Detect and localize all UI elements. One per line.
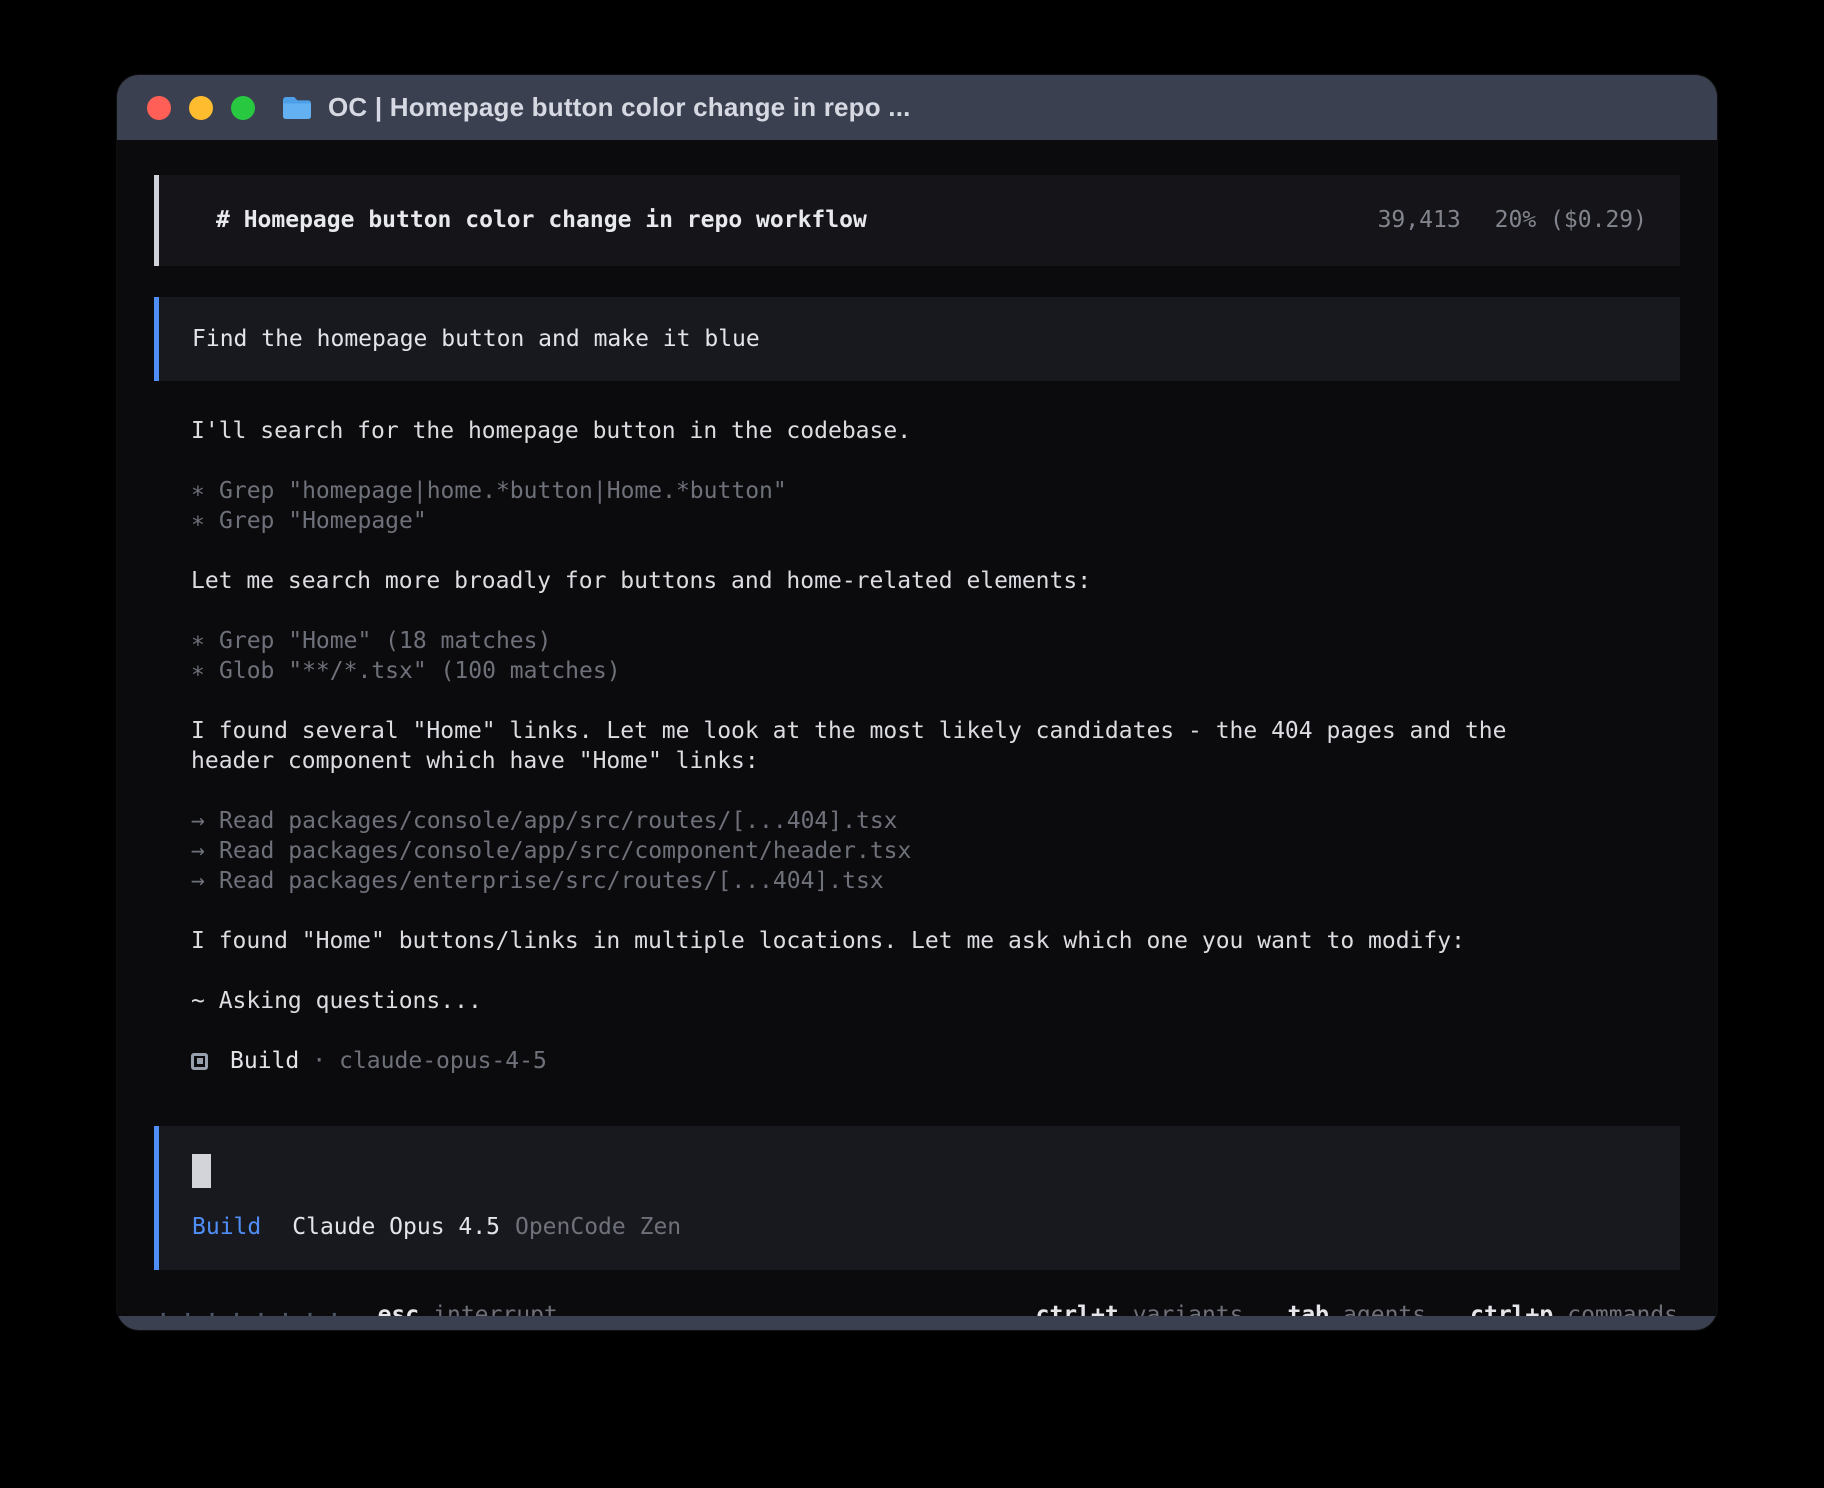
shortcut-label: commands [1567, 1300, 1678, 1316]
arrow-right-icon: → [191, 836, 219, 866]
tool-call-text: Grep "Home" (18 matches) [219, 626, 551, 656]
shortcut-key: ctrl+t [1036, 1300, 1119, 1316]
shortcut-variants[interactable]: ctrl+t variants [1036, 1300, 1244, 1316]
tool-call-text: Glob "**/*.tsx" (100 matches) [219, 656, 621, 686]
user-message: Find the homepage button and make it blu… [154, 297, 1680, 381]
window-bottom-edge [117, 1316, 1717, 1330]
arrow-right-icon: → [191, 806, 219, 836]
tool-call-text: Read packages/console/app/src/routes/[..… [219, 806, 898, 836]
asterisk-icon: ∗ [191, 506, 219, 536]
agent-status-line: Build · claude-opus-4-5 [191, 1046, 1561, 1076]
close-button[interactable] [147, 96, 171, 120]
asterisk-icon: ∗ [191, 626, 219, 656]
tool-call-text: Grep "homepage|home.*button|Home.*button… [219, 476, 787, 506]
status-bar-left: ········ esc interrupt [156, 1300, 558, 1316]
shortcut-agents[interactable]: tab agents [1287, 1300, 1426, 1316]
assistant-paragraph: I found "Home" buttons/links in multiple… [191, 926, 1561, 956]
desktop-background: OC | Homepage button color change in rep… [0, 0, 1824, 1488]
model-name[interactable]: Claude Opus 4.5 [292, 1214, 500, 1240]
title-group: OC | Homepage button color change in rep… [281, 92, 911, 123]
agent-model: claude-opus-4-5 [339, 1046, 547, 1076]
shortcut-interrupt[interactable]: esc interrupt [378, 1300, 558, 1316]
tool-call-text: Grep "Homepage" [219, 506, 427, 536]
shortcut-key: tab [1287, 1300, 1329, 1316]
asterisk-icon: ∗ [191, 476, 219, 506]
model-selector-line: Build Claude Opus 4.5 OpenCode Zen [192, 1214, 1647, 1240]
folder-icon [281, 94, 313, 121]
prompt-input[interactable]: Build Claude Opus 4.5 OpenCode Zen [154, 1126, 1680, 1270]
session-header: # Homepage button color change in repo w… [154, 175, 1680, 266]
assistant-paragraph: I found several "Home" links. Let me loo… [191, 716, 1561, 776]
assistant-paragraph: Let me search more broadly for buttons a… [191, 566, 1561, 596]
model-provider: OpenCode Zen [515, 1214, 681, 1240]
shortcut-label: interrupt [433, 1300, 558, 1316]
tool-call-read: → Read packages/console/app/src/componen… [191, 836, 1561, 866]
tool-call-glob: ∗ Glob "**/*.tsx" (100 matches) [191, 656, 1561, 686]
assistant-paragraph: I'll search for the homepage button in t… [191, 416, 1561, 446]
zoom-button[interactable] [231, 96, 255, 120]
arrow-right-icon: → [191, 866, 219, 896]
context-usage: 20% ($0.29) [1495, 204, 1647, 237]
square-dot-icon [191, 1053, 208, 1070]
dot-separator: · [312, 1046, 326, 1076]
status-bar-right: ctrl+t variants tab agents ctrl+p comman… [1036, 1300, 1678, 1316]
tool-call-group: ∗ Grep "homepage|home.*button|Home.*butt… [191, 476, 1561, 536]
tool-call-text: Read packages/enterprise/src/routes/[...… [219, 866, 884, 896]
assistant-transcript: I'll search for the homepage button in t… [191, 416, 1561, 1076]
tool-call-grep: ∗ Grep "homepage|home.*button|Home.*butt… [191, 476, 1561, 506]
asking-questions-status: ~ Asking questions... [191, 986, 1561, 1016]
shortcut-label: variants [1133, 1300, 1244, 1316]
shortcut-label: agents [1343, 1300, 1426, 1316]
tool-call-group: → Read packages/console/app/src/routes/[… [191, 806, 1561, 896]
terminal-window: OC | Homepage button color change in rep… [117, 75, 1717, 1330]
shortcut-key: ctrl+p [1470, 1300, 1553, 1316]
tool-call-read: → Read packages/console/app/src/routes/[… [191, 806, 1561, 836]
shortcut-commands[interactable]: ctrl+p commands [1470, 1300, 1678, 1316]
user-message-text: Find the homepage button and make it blu… [192, 326, 760, 352]
traffic-lights [147, 96, 255, 120]
text-cursor [192, 1154, 211, 1188]
window-title: OC | Homepage button color change in rep… [328, 92, 911, 123]
session-title: # Homepage button color change in repo w… [216, 204, 867, 237]
shortcut-key: esc [378, 1300, 420, 1316]
mode-selector[interactable]: Build [192, 1214, 261, 1240]
terminal-content: # Homepage button color change in repo w… [117, 140, 1717, 1316]
agent-name: Build [230, 1046, 299, 1076]
tool-call-grep: ∗ Grep "Homepage" [191, 506, 1561, 536]
tool-call-group: ∗ Grep "Home" (18 matches) ∗ Glob "**/*.… [191, 626, 1561, 686]
minimize-button[interactable] [189, 96, 213, 120]
tool-call-read: → Read packages/enterprise/src/routes/[.… [191, 866, 1561, 896]
tool-call-text: Read packages/console/app/src/component/… [219, 836, 911, 866]
loading-dots-icon: ········ [156, 1300, 352, 1316]
asterisk-icon: ∗ [191, 656, 219, 686]
token-count: 39,413 [1378, 204, 1461, 237]
titlebar: OC | Homepage button color change in rep… [117, 75, 1717, 140]
status-bar: ········ esc interrupt ctrl+t variants t… [154, 1300, 1680, 1316]
tool-call-grep: ∗ Grep "Home" (18 matches) [191, 626, 1561, 656]
session-stats: 39,413 20% ($0.29) [1378, 204, 1647, 237]
